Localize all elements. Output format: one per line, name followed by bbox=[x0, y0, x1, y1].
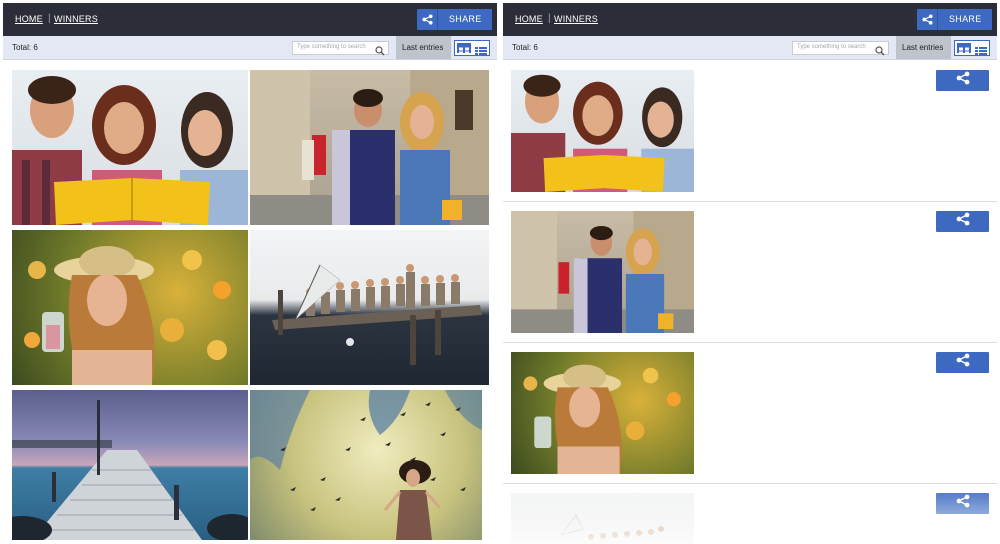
search-icon[interactable] bbox=[875, 43, 885, 61]
share-icon bbox=[956, 71, 970, 90]
share-icon bbox=[956, 353, 970, 372]
view-toggle bbox=[954, 40, 990, 56]
photo-girl-with-birds[interactable] bbox=[250, 390, 482, 540]
toolbar: Total: 6 Type something to search Last e… bbox=[503, 36, 997, 60]
share-button[interactable]: SHARE bbox=[917, 9, 992, 30]
search-placeholder: Type something to search bbox=[797, 44, 866, 50]
top-navigation-bar: HOME | WINNERS SHARE bbox=[3, 3, 497, 36]
nav-winners-link[interactable]: WINNERS bbox=[54, 14, 98, 24]
nav-winners-link[interactable]: WINNERS bbox=[554, 14, 598, 24]
share-button[interactable]: SHARE bbox=[417, 9, 492, 30]
list-item bbox=[503, 202, 997, 343]
search-icon[interactable] bbox=[375, 43, 385, 61]
list-view-screen: HOME | WINNERS SHARE Total: 6 Type somet… bbox=[503, 0, 997, 544]
sort-last-entries[interactable]: Last entries bbox=[396, 36, 451, 59]
list-view-icon[interactable] bbox=[974, 43, 988, 55]
view-toggle bbox=[454, 40, 490, 56]
item-share-button[interactable] bbox=[936, 352, 989, 373]
item-share-button[interactable] bbox=[936, 70, 989, 91]
photo-people-on-dock[interactable] bbox=[250, 230, 489, 385]
total-count: Total: 6 bbox=[12, 43, 38, 52]
grid-view-icon[interactable] bbox=[957, 43, 971, 55]
photo-woman-straw-hat[interactable] bbox=[12, 230, 248, 385]
share-button-label: SHARE bbox=[949, 14, 982, 24]
grid-view-icon[interactable] bbox=[457, 43, 471, 55]
share-icon bbox=[417, 9, 438, 30]
photo-friends-book[interactable] bbox=[511, 70, 694, 192]
photo-wooden-pier[interactable] bbox=[12, 390, 248, 540]
photo-couple-shopping[interactable] bbox=[250, 70, 489, 225]
photo-woman-straw-hat[interactable] bbox=[511, 352, 694, 474]
search-placeholder: Type something to search bbox=[297, 44, 366, 50]
list-view-icon[interactable] bbox=[474, 43, 488, 55]
top-navigation-bar: HOME | WINNERS SHARE bbox=[503, 3, 997, 36]
item-share-button[interactable] bbox=[936, 211, 989, 232]
nav-separator: | bbox=[48, 13, 51, 24]
photo-friends-book[interactable] bbox=[12, 70, 248, 225]
share-icon bbox=[917, 9, 938, 30]
toolbar: Total: 6 Type something to search Last e… bbox=[3, 36, 497, 60]
nav-home-link[interactable]: HOME bbox=[515, 14, 543, 24]
grid-view-screen: HOME | WINNERS SHARE Total: 6 Type somet… bbox=[3, 0, 497, 544]
sort-label: Last entries bbox=[402, 43, 444, 52]
nav-separator: | bbox=[548, 13, 551, 24]
photo-couple-shopping[interactable] bbox=[511, 211, 694, 333]
share-icon bbox=[956, 212, 970, 231]
search-input[interactable]: Type something to search bbox=[792, 41, 889, 56]
sort-last-entries[interactable]: Last entries bbox=[896, 36, 951, 59]
sort-label: Last entries bbox=[902, 43, 944, 52]
share-button-label: SHARE bbox=[449, 14, 482, 24]
total-count: Total: 6 bbox=[512, 43, 538, 52]
list-item bbox=[503, 343, 997, 484]
list-item bbox=[503, 61, 997, 202]
nav-home-link[interactable]: HOME bbox=[15, 14, 43, 24]
search-input[interactable]: Type something to search bbox=[292, 41, 389, 56]
scroll-fade bbox=[503, 484, 997, 544]
